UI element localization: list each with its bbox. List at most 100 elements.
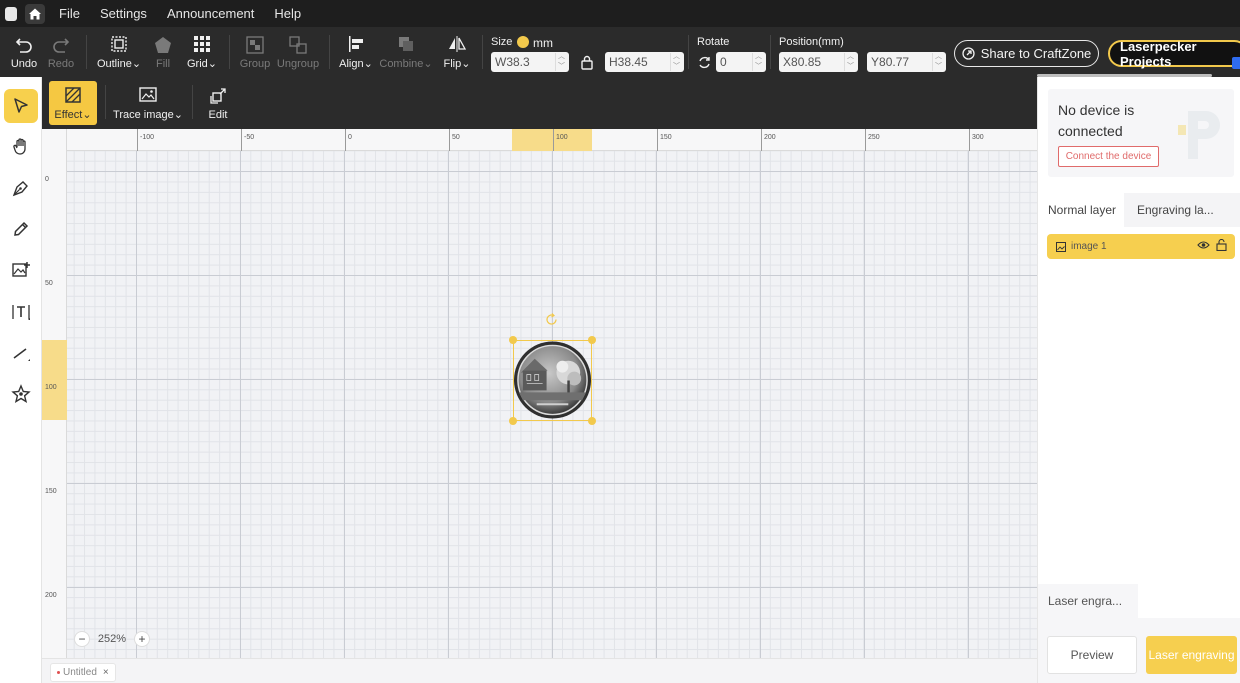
- main-toolbar: Undo Redo Outline⌄ Fill Grid⌄ Group Ungr…: [0, 27, 1240, 77]
- resize-handle-top-left[interactable]: [509, 336, 517, 344]
- combine-label: Combine⌄: [379, 58, 433, 70]
- eye-icon[interactable]: [1197, 239, 1210, 251]
- outline-button[interactable]: Outline⌄: [96, 27, 142, 77]
- ruler-top-label: 250: [865, 129, 880, 151]
- ungroup-label: Ungroup: [276, 57, 320, 70]
- unit-label: mm: [533, 36, 553, 50]
- fill-button[interactable]: Fill: [148, 27, 178, 77]
- toolbar-divider: [770, 35, 771, 69]
- edit-transform-icon: [210, 87, 226, 104]
- width-input[interactable]: W 38.3 ︿ ﹀: [491, 52, 569, 72]
- ungroup-button[interactable]: Ungroup: [277, 27, 319, 77]
- line-icon: [13, 348, 30, 361]
- combine-button[interactable]: Combine⌄: [379, 27, 433, 77]
- document-tab[interactable]: Untitled ×: [50, 663, 116, 682]
- width-stepper[interactable]: ︿ ﹀: [555, 53, 567, 71]
- align-button[interactable]: Align⌄: [338, 27, 374, 77]
- ruler-left-label: 0: [45, 176, 49, 183]
- grid-label: Grid⌄: [187, 58, 217, 70]
- group-icon: [246, 35, 264, 54]
- layer-name: image 1: [1071, 241, 1107, 252]
- add-image-tool[interactable]: [4, 253, 38, 287]
- line-tool[interactable]: [4, 336, 38, 370]
- grid-icon: [194, 36, 210, 52]
- rotate-input[interactable]: 0 ︿ ﹀: [716, 52, 766, 72]
- laser-engraving-button[interactable]: Laser engraving: [1146, 636, 1237, 674]
- connect-device-button[interactable]: Connect the device: [1058, 146, 1159, 167]
- resize-handle-top-right[interactable]: [588, 336, 596, 344]
- menu-settings[interactable]: Settings: [100, 6, 147, 21]
- pen-nib-icon: [12, 181, 28, 197]
- pen-tool[interactable]: [4, 171, 38, 205]
- rotate-handle-icon[interactable]: [544, 312, 559, 327]
- tab-normal-layer[interactable]: Normal layer: [1038, 193, 1124, 227]
- share-craftzone-button[interactable]: Share to CraftZone: [954, 40, 1099, 67]
- menu-file[interactable]: File: [59, 6, 80, 21]
- pointer-icon: [14, 98, 28, 113]
- flip-icon: [449, 36, 467, 52]
- zoom-level: 252%: [97, 633, 127, 645]
- y-input[interactable]: Y 80.77 ︿ ﹀: [867, 52, 946, 72]
- selection-box[interactable]: [513, 340, 592, 421]
- height-stepper[interactable]: ︿ ﹀: [670, 53, 682, 71]
- zoom-out-button[interactable]: −: [74, 631, 90, 647]
- effect-button[interactable]: Effect⌄: [49, 81, 97, 125]
- rotate-stepper[interactable]: ︿ ﹀: [752, 53, 764, 71]
- unlock-icon[interactable]: [1216, 239, 1227, 251]
- height-input[interactable]: H 38.45 ︿ ﹀: [605, 52, 684, 72]
- outline-icon: [111, 36, 127, 52]
- size-label: Size: [491, 36, 513, 48]
- text-tool[interactable]: [4, 295, 38, 329]
- rotate-icon: [699, 56, 710, 69]
- shape-tool[interactable]: [4, 377, 38, 411]
- unsaved-indicator: [57, 671, 60, 674]
- tab-engraving-layer[interactable]: Engraving la...: [1127, 193, 1240, 227]
- combine-icon: [399, 37, 413, 51]
- select-tool[interactable]: [4, 89, 38, 123]
- device-status: No device is connected: [1058, 102, 1135, 139]
- unit-toggle-icon[interactable]: [517, 36, 529, 48]
- height-value: 38.45: [617, 55, 648, 69]
- toolbar-divider: [192, 85, 193, 119]
- laserpecker-logo-icon: [1178, 111, 1220, 159]
- y-stepper[interactable]: ︿ ﹀: [932, 53, 944, 71]
- grid-button[interactable]: Grid⌄: [184, 27, 220, 77]
- ruler-left-label: 100: [45, 384, 57, 391]
- x-stepper[interactable]: ︿ ﹀: [844, 53, 856, 71]
- trace-image-button[interactable]: Trace image⌄: [112, 81, 184, 125]
- pan-tool[interactable]: [4, 130, 38, 164]
- app-badge-icon: [5, 6, 17, 21]
- layer-item[interactable]: image 1: [1047, 234, 1235, 259]
- effect-label: Effect⌄: [54, 109, 92, 121]
- layer-image-icon: [1056, 241, 1066, 252]
- resize-handle-bottom-left[interactable]: [509, 417, 517, 425]
- laser-engraving-tab[interactable]: Laser engra...: [1038, 584, 1138, 618]
- menu-help[interactable]: Help: [274, 6, 301, 21]
- y-prefix: Y: [871, 55, 880, 69]
- group-button[interactable]: Group: [238, 27, 272, 77]
- preview-button[interactable]: Preview: [1047, 636, 1137, 674]
- redo-button[interactable]: Redo: [45, 27, 77, 77]
- undo-button[interactable]: Undo: [8, 27, 40, 77]
- ruler-top-label: -50: [241, 129, 254, 151]
- close-tab-icon[interactable]: ×: [103, 667, 109, 678]
- zoom-in-button[interactable]: +: [133, 631, 150, 647]
- ruler-top-label: -100: [137, 129, 154, 151]
- flip-button[interactable]: Flip⌄: [440, 27, 474, 77]
- rotate-value: 0: [720, 55, 727, 69]
- ruler-top-label: 150: [657, 129, 672, 151]
- trace-image-icon: [139, 87, 157, 102]
- lock-ratio-icon[interactable]: [580, 55, 594, 70]
- menu-bar: File Settings Announcement Help: [0, 0, 1240, 27]
- x-input[interactable]: X 80.85 ︿ ﹀: [779, 52, 858, 72]
- shapes-icon: [11, 384, 31, 403]
- resize-handle-bottom-right[interactable]: [588, 417, 596, 425]
- laserpecker-projects-button[interactable]: Laserpecker Projects: [1108, 39, 1240, 69]
- fill-icon: [155, 36, 171, 53]
- menu-announcement[interactable]: Announcement: [167, 6, 254, 21]
- document-tabs: Untitled ×: [42, 658, 1037, 683]
- home-button[interactable]: [25, 3, 45, 24]
- y-value: 80.77: [879, 55, 910, 69]
- edit-button[interactable]: Edit: [200, 81, 236, 125]
- pencil-tool[interactable]: [4, 212, 38, 246]
